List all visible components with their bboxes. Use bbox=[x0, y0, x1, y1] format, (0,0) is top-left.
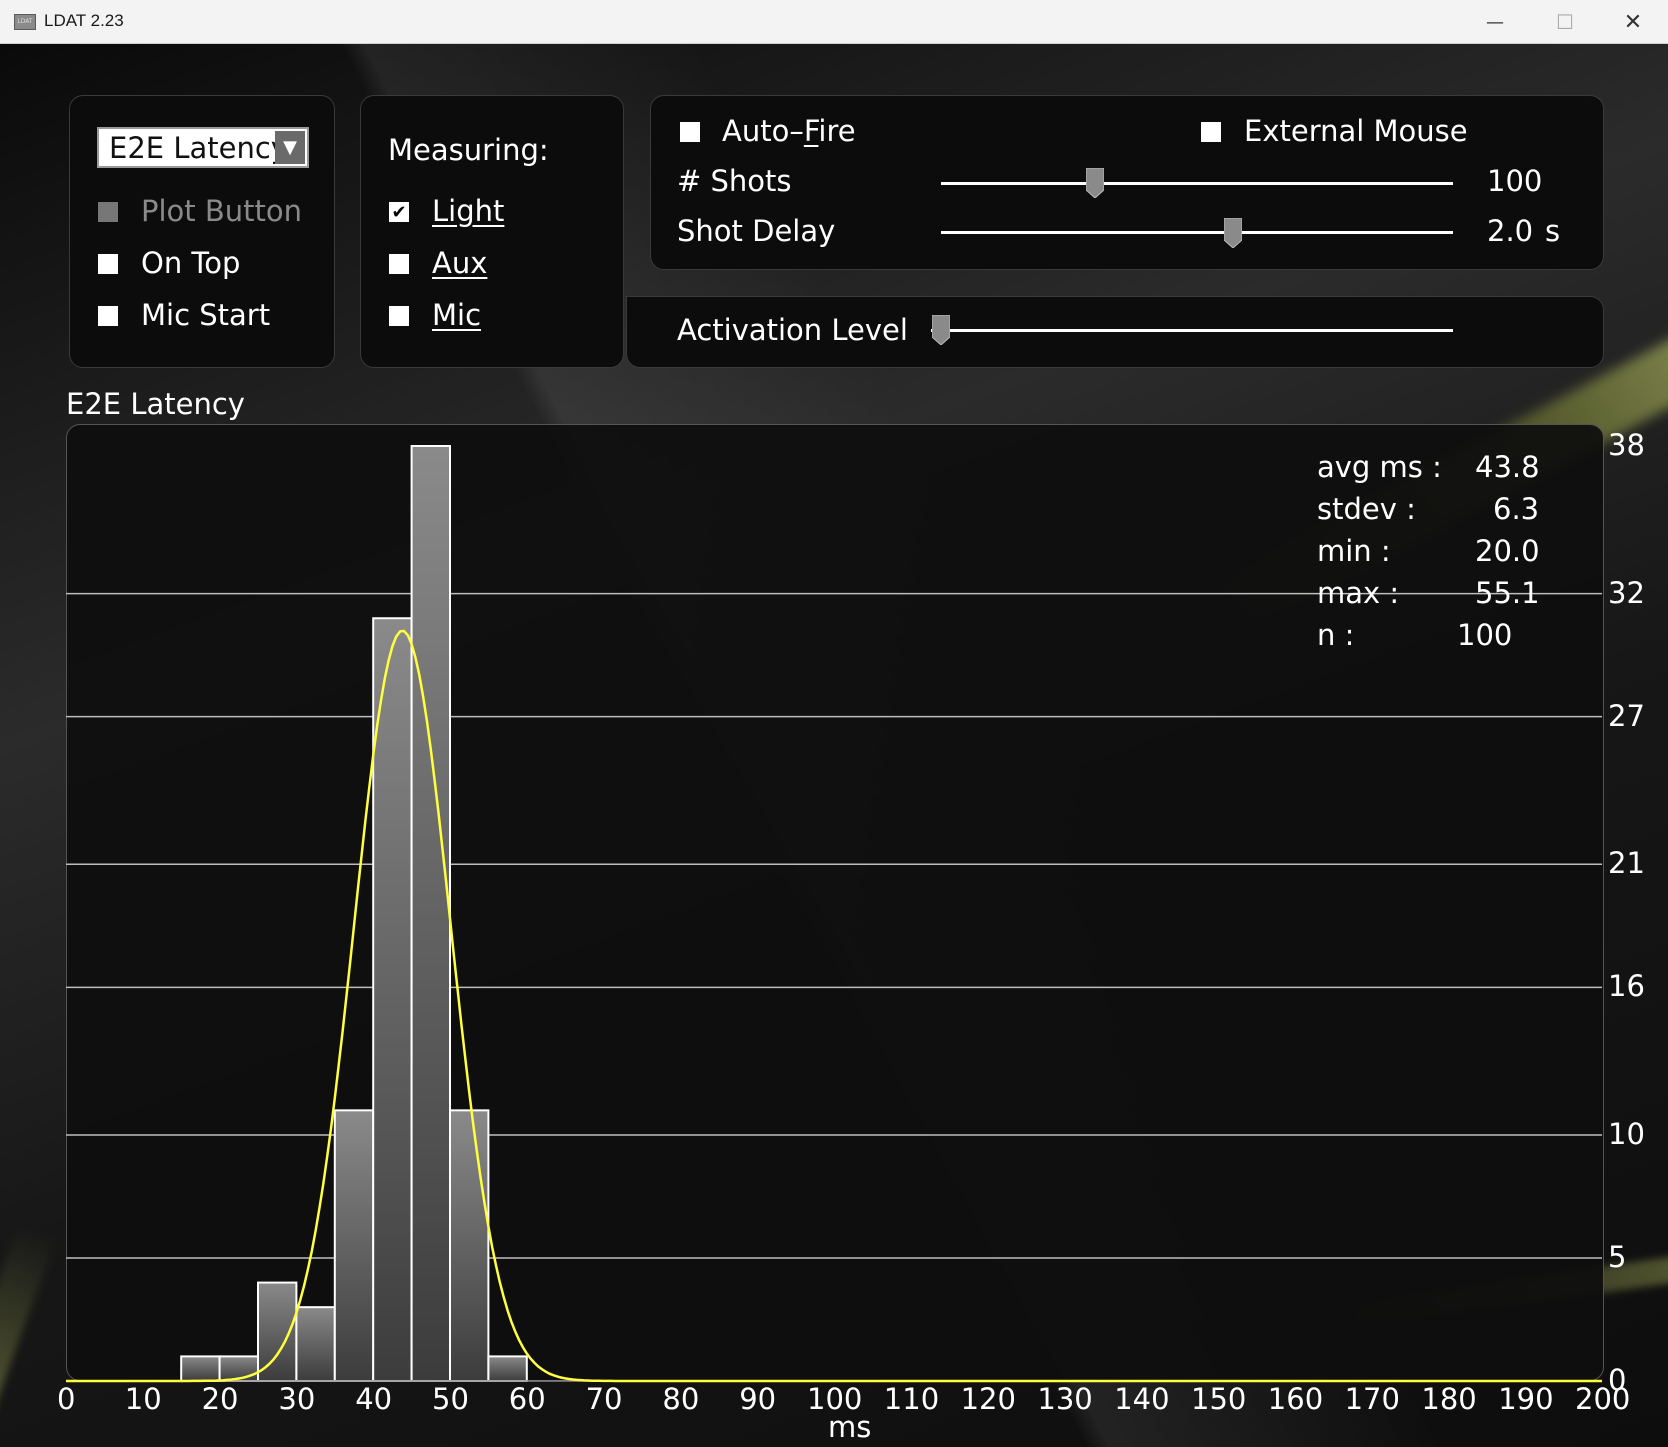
y-tick-label: 27 bbox=[1608, 698, 1645, 733]
x-tick-label: 120 bbox=[960, 1382, 1016, 1416]
x-tick-label: 180 bbox=[1421, 1382, 1477, 1416]
histogram-bar bbox=[410, 445, 452, 1382]
x-axis-unit-label: ms bbox=[828, 1410, 872, 1444]
stat-max-value: 55.1 bbox=[1475, 576, 1540, 610]
x-tick-label: 60 bbox=[508, 1382, 546, 1416]
histogram-bar bbox=[180, 1355, 221, 1383]
histogram-chart bbox=[66, 445, 1602, 1383]
histogram-bar bbox=[295, 1306, 336, 1382]
histogram-bar bbox=[487, 1355, 528, 1383]
x-tick-label: 70 bbox=[585, 1382, 623, 1416]
x-tick-label: 170 bbox=[1344, 1382, 1400, 1416]
x-tick-label: 30 bbox=[278, 1382, 316, 1416]
normal-fit-curve bbox=[66, 629, 1602, 1383]
stat-avg-label: avg ms : bbox=[1317, 450, 1442, 484]
histogram-bar bbox=[333, 1109, 375, 1383]
x-tick-label: 80 bbox=[662, 1382, 700, 1416]
y-tick-label: 16 bbox=[1608, 969, 1645, 1004]
x-tick-label: 110 bbox=[883, 1382, 940, 1416]
x-tick-label: 40 bbox=[355, 1382, 393, 1416]
histogram-bar bbox=[372, 617, 413, 1382]
x-tick-label: 50 bbox=[432, 1382, 469, 1416]
histogram-bar bbox=[449, 1109, 490, 1383]
stat-avg-value: 43.8 bbox=[1475, 450, 1540, 484]
stat-n-label: n : bbox=[1317, 618, 1355, 652]
x-tick-label: 90 bbox=[739, 1382, 777, 1416]
y-tick-label: 10 bbox=[1608, 1116, 1645, 1151]
y-tick-label: 5 bbox=[1608, 1239, 1627, 1274]
stat-min-value: 20.0 bbox=[1475, 534, 1540, 568]
x-tick-label: 10 bbox=[124, 1382, 162, 1416]
y-tick-label: 38 bbox=[1608, 428, 1645, 462]
stat-stdev-value: 6.3 bbox=[1493, 492, 1540, 526]
stat-max-label: max : bbox=[1317, 576, 1400, 610]
stat-n-value: 100 bbox=[1457, 618, 1513, 652]
x-tick-label: 160 bbox=[1267, 1382, 1324, 1416]
y-tick-label: 32 bbox=[1608, 575, 1645, 610]
y-tick-label: 21 bbox=[1608, 846, 1645, 881]
x-tick-label: 190 bbox=[1498, 1382, 1554, 1416]
stat-stdev-label: stdev : bbox=[1317, 492, 1416, 526]
x-tick-label: 130 bbox=[1037, 1382, 1093, 1416]
x-tick-label: 140 bbox=[1114, 1382, 1170, 1416]
x-tick-label: 150 bbox=[1191, 1382, 1247, 1416]
x-tick-label: 200 bbox=[1575, 1382, 1631, 1416]
stat-min-label: min : bbox=[1317, 534, 1391, 568]
x-tick-label: 20 bbox=[201, 1382, 239, 1416]
x-tick-label: 0 bbox=[57, 1382, 76, 1416]
